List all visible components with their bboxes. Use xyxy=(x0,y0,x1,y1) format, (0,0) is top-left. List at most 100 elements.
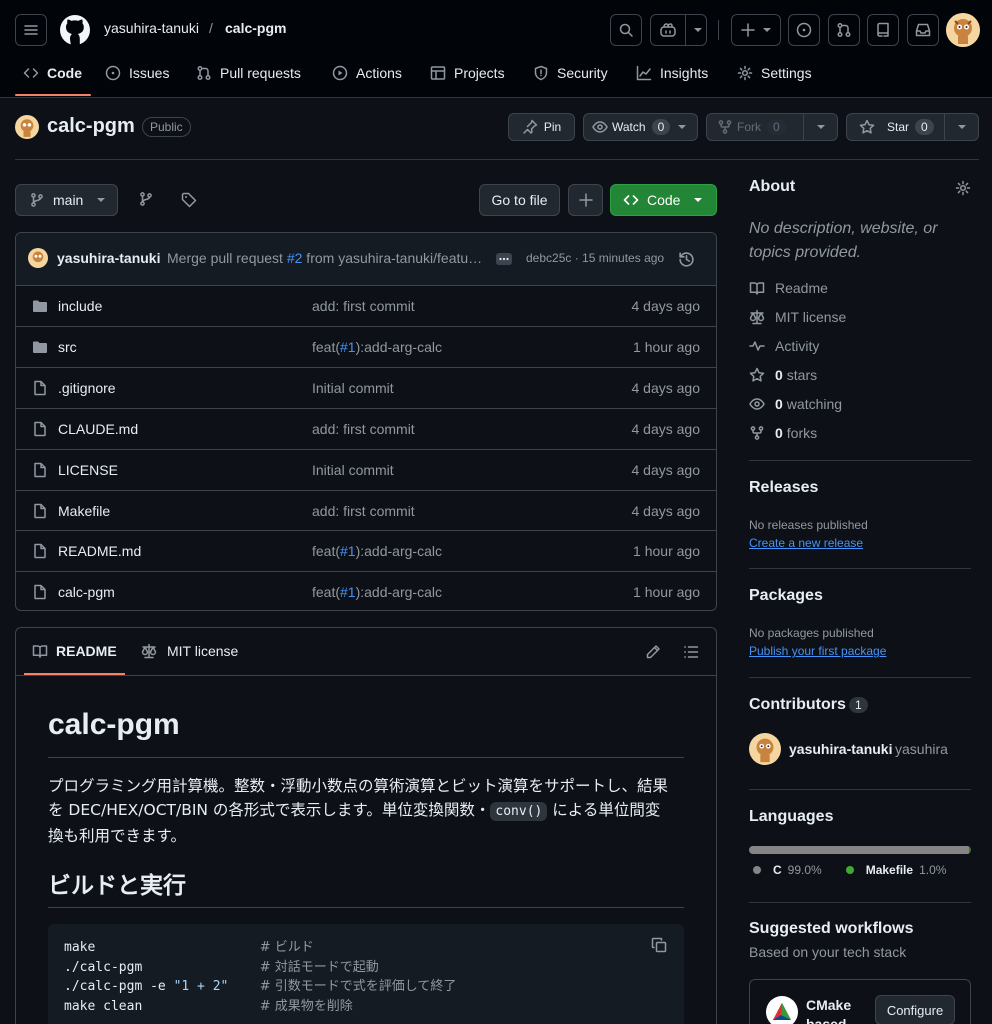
breadcrumb-owner[interactable]: yasuhira-tanuki xyxy=(104,20,199,36)
edit-readme-button[interactable] xyxy=(645,644,661,660)
contributor-avatar[interactable] xyxy=(749,733,781,765)
issues-button[interactable] xyxy=(788,14,820,46)
watch-label: Watch xyxy=(612,120,646,134)
star-button[interactable]: Star 0 xyxy=(846,113,945,141)
file-row[interactable]: include add: first commit 4 days ago xyxy=(16,285,716,326)
packages-heading[interactable]: Packages xyxy=(749,587,823,605)
outline-button[interactable] xyxy=(683,644,699,660)
language-name: C xyxy=(773,863,782,877)
add-file-button[interactable] xyxy=(568,184,603,216)
file-name-link[interactable]: Makefile xyxy=(58,503,110,519)
about-forks-link[interactable]: 0 forks xyxy=(749,423,817,443)
about-stars-link[interactable]: 0 stars xyxy=(749,365,817,385)
pin-button[interactable]: Pin xyxy=(508,113,575,141)
commit-meta[interactable]: debc25c · 15 minutes ago xyxy=(526,251,664,265)
tab-security[interactable]: Security xyxy=(533,63,608,83)
language-percent: 1.0% xyxy=(919,863,947,877)
search-button[interactable] xyxy=(610,14,642,46)
file-name-link[interactable]: calc-pgm xyxy=(58,584,115,600)
user-avatar[interactable] xyxy=(946,13,980,47)
tab-issues[interactable]: Issues xyxy=(105,63,169,83)
tab-code[interactable]: Code xyxy=(23,63,82,83)
file-commit-message[interactable]: feat(#1):add-arg-calc xyxy=(312,339,442,355)
repositories-button[interactable] xyxy=(867,14,899,46)
caret-down-icon xyxy=(694,198,703,202)
file-commit-message[interactable]: add: first commit xyxy=(312,421,415,437)
menu-button[interactable] xyxy=(15,14,47,46)
releases-heading[interactable]: Releases xyxy=(749,479,818,497)
file-commit-date: 1 hour ago xyxy=(633,543,700,560)
about-readme-link[interactable]: Readme xyxy=(749,278,828,298)
about-watching-link[interactable]: 0 watching xyxy=(749,394,842,414)
about-description: No description, website, or topics provi… xyxy=(749,220,938,261)
tab-settings[interactable]: Settings xyxy=(737,63,812,83)
inbox-button[interactable] xyxy=(907,14,939,46)
github-logo-icon[interactable] xyxy=(59,14,91,46)
language-bar xyxy=(749,846,971,854)
file-row[interactable]: CLAUDE.md add: first commit 4 days ago xyxy=(16,407,716,449)
fork-button[interactable]: Fork 0 xyxy=(706,113,804,141)
header-divider xyxy=(718,20,719,40)
tab-insights[interactable]: Insights xyxy=(636,63,708,83)
configure-workflow-button[interactable]: Configure xyxy=(875,995,955,1024)
file-name-link[interactable]: CLAUDE.md xyxy=(58,421,138,437)
tab-projects[interactable]: Projects xyxy=(430,63,505,83)
publish-package-link[interactable]: Publish your first package xyxy=(749,644,886,658)
history-button[interactable] xyxy=(678,251,695,268)
file-row[interactable]: README.md feat(#1):add-arg-calc 1 hour ago xyxy=(16,530,716,571)
commit-author[interactable]: yasuhira-tanuki xyxy=(57,250,160,266)
file-icon xyxy=(32,503,48,519)
copy-button[interactable] xyxy=(651,937,667,953)
create-release-link[interactable]: Create a new release xyxy=(749,536,863,550)
language-item[interactable]: Makefile 1.0% xyxy=(845,863,947,877)
branch-select[interactable]: main xyxy=(15,184,118,216)
branches-link[interactable] xyxy=(138,191,154,207)
file-name-link[interactable]: .gitignore xyxy=(58,380,116,396)
tab-settings-label: Settings xyxy=(761,65,812,81)
tab-pull-requests[interactable]: Pull requests xyxy=(196,63,301,83)
file-name-link[interactable]: include xyxy=(58,298,102,314)
file-icon xyxy=(32,584,48,600)
issue-icon xyxy=(105,65,121,81)
tab-readme[interactable]: README xyxy=(32,643,117,659)
pulse-icon xyxy=(749,341,765,351)
file-commit-message[interactable]: Initial commit xyxy=(312,380,394,396)
contributor-name[interactable]: yasuhira-tanuki xyxy=(789,741,892,757)
about-settings-button[interactable] xyxy=(955,180,971,196)
language-item[interactable]: C 99.0% xyxy=(753,863,822,877)
file-row[interactable]: Makefile add: first commit 4 days ago xyxy=(16,489,716,531)
file-row[interactable]: LICENSE Initial commit 4 days ago xyxy=(16,448,716,490)
file-name-link[interactable]: LICENSE xyxy=(58,462,118,478)
contributors-heading[interactable]: Contributors xyxy=(749,696,846,714)
tab-license[interactable]: MIT license xyxy=(141,643,238,659)
create-new-button[interactable] xyxy=(731,14,781,46)
file-name-link[interactable]: src xyxy=(58,339,77,355)
file-name-link[interactable]: README.md xyxy=(58,543,141,559)
pull-requests-button[interactable] xyxy=(828,14,860,46)
about-activity-link[interactable]: Activity xyxy=(749,336,819,356)
commit-message[interactable]: Merge pull request #2 from yasuhira-tanu… xyxy=(167,250,482,266)
file-commit-message[interactable]: feat(#1):add-arg-calc xyxy=(312,543,442,559)
copilot-button[interactable] xyxy=(650,14,707,46)
go-to-file-button[interactable]: Go to file xyxy=(479,184,560,216)
file-commit-message[interactable]: add: first commit xyxy=(312,298,415,314)
file-row[interactable]: calc-pgm feat(#1):add-arg-calc 1 hour ago xyxy=(16,571,716,610)
file-commit-message[interactable]: add: first commit xyxy=(312,503,415,519)
star-dropdown-button[interactable] xyxy=(944,113,979,141)
file-row[interactable]: src feat(#1):add-arg-calc 1 hour ago xyxy=(16,325,716,367)
breadcrumb-repo[interactable]: calc-pgm xyxy=(225,20,286,36)
about-license-link[interactable]: MIT license xyxy=(749,307,846,327)
repo-title[interactable]: calc-pgm xyxy=(47,115,135,138)
file-commit-message[interactable]: Initial commit xyxy=(312,462,394,478)
watch-button[interactable]: Watch 0 xyxy=(583,113,698,141)
code-button[interactable]: Code xyxy=(610,184,717,216)
tags-link[interactable] xyxy=(181,192,197,208)
file-row[interactable]: .gitignore Initial commit 4 days ago xyxy=(16,366,716,408)
fork-dropdown-button[interactable] xyxy=(803,113,838,141)
file-commit-message[interactable]: feat(#1):add-arg-calc xyxy=(312,584,442,600)
code-line: make # ビルド xyxy=(64,940,314,955)
commit-issue-link: #1 xyxy=(340,584,356,601)
commit-pr-link[interactable]: #2 xyxy=(287,250,303,266)
tab-actions[interactable]: Actions xyxy=(332,63,402,83)
expand-commit-button[interactable] xyxy=(496,253,512,265)
